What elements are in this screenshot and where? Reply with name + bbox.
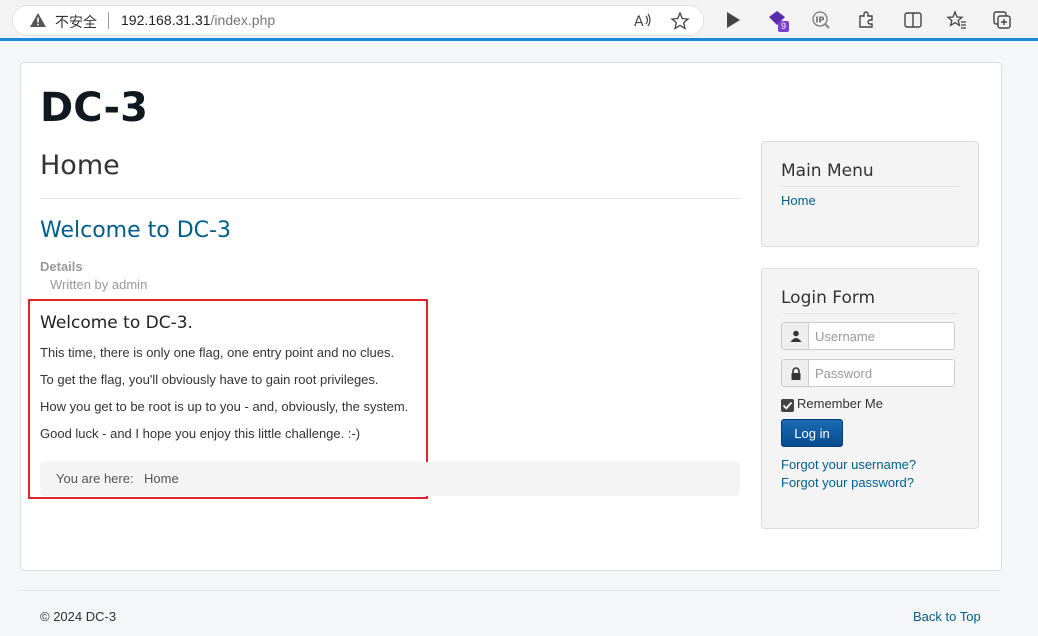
ip-extension-icon[interactable]: IP (810, 9, 832, 31)
extensions-puzzle-icon[interactable] (855, 9, 877, 31)
split-screen-icon[interactable] (902, 9, 924, 31)
play-icon[interactable] (722, 9, 744, 31)
article-author: Written by admin (50, 277, 148, 292)
url-host: 192.168.31.31 (121, 12, 211, 28)
login-button[interactable]: Log in (781, 419, 843, 447)
collections-icon[interactable] (991, 9, 1013, 31)
menu-item-home[interactable]: Home (781, 193, 816, 208)
security-label[interactable]: 不安全 (55, 12, 97, 32)
username-input[interactable] (808, 322, 955, 350)
divider (781, 313, 959, 314)
article-details-label: Details (40, 259, 83, 274)
password-input[interactable] (808, 359, 955, 387)
read-aloud-icon[interactable]: A (632, 11, 652, 31)
address-bar[interactable]: 不安全 192.168.31.31/index.php A (12, 5, 704, 36)
login-form-module: Login Form Remember Me Log in Forgot you… (761, 268, 979, 529)
lock-icon (781, 359, 809, 387)
divider (40, 198, 740, 199)
breadcrumb: You are here: Home (40, 462, 740, 496)
favorite-star-icon[interactable] (670, 11, 690, 31)
login-form-title: Login Form (781, 288, 876, 308)
divider (781, 186, 959, 187)
username-group (781, 322, 955, 350)
url-path: /index.php (210, 12, 276, 28)
breadcrumb-current: Home (144, 471, 179, 486)
main-menu-title: Main Menu (781, 161, 874, 181)
remember-me-label[interactable]: Remember Me (797, 396, 883, 411)
favorites-icon[interactable] (946, 9, 968, 31)
footer-divider (20, 590, 1000, 591)
article-paragraph: This time, there is only one flag, one e… (40, 345, 395, 360)
user-icon (781, 322, 809, 350)
forgot-password-link[interactable]: Forgot your password? (781, 475, 914, 490)
main-menu-module: Main Menu Home (761, 141, 979, 247)
back-to-top-link[interactable]: Back to Top (913, 609, 981, 624)
extension-badge: 9 (778, 21, 790, 32)
checkmark-icon (782, 401, 793, 410)
url-text[interactable]: 192.168.31.31/index.php (121, 12, 275, 28)
svg-text:IP: IP (816, 16, 825, 25)
svg-text:A: A (634, 14, 644, 30)
site-brand[interactable]: DC-3 (40, 80, 148, 136)
page-title: Home (40, 150, 120, 181)
breadcrumb-label: You are here: (56, 471, 134, 486)
article-paragraph: To get the flag, you'll obviously have t… (40, 372, 379, 387)
url-separator (108, 12, 109, 29)
browser-toolbar: 不安全 192.168.31.31/index.php A 9 IP (0, 0, 1038, 41)
article-title-link[interactable]: Welcome to DC-3 (40, 218, 231, 243)
article-body-heading: Welcome to DC-3. (40, 313, 193, 333)
password-group (781, 359, 955, 387)
footer-copyright: © 2024 DC-3 (40, 609, 117, 624)
article-paragraph: How you get to be root is up to you - an… (40, 399, 409, 414)
article-paragraph: Good luck - and I hope you enjoy this li… (40, 426, 361, 441)
remember-me-checkbox[interactable] (781, 399, 794, 412)
warning-icon[interactable] (29, 12, 47, 28)
forgot-username-link[interactable]: Forgot your username? (781, 457, 916, 472)
